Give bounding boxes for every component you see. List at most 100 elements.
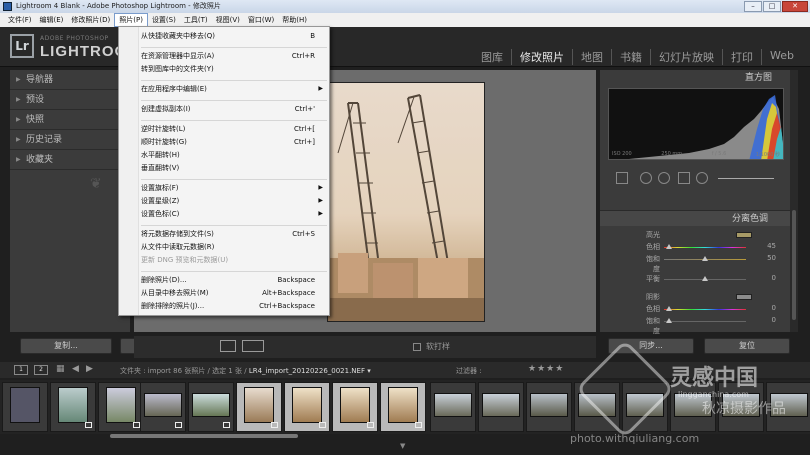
rating-filter-icon[interactable]: ★★★★: [528, 364, 564, 374]
filmstrip-thumb[interactable]: [2, 382, 48, 432]
slider-highlight-hue[interactable]: 色相 45: [600, 242, 790, 253]
menu-item[interactable]: 在资源管理器中显示(A) Ctrl+R: [141, 51, 327, 61]
module-print[interactable]: 打印: [722, 49, 761, 65]
menu-item[interactable]: 删除照片(D)... Backspace: [141, 275, 327, 285]
menu-item[interactable]: 转到图库中的文件夹(Y): [141, 64, 327, 74]
menu-item[interactable]: 创建虚拟副本(I) Ctrl+': [141, 104, 327, 114]
slider-value[interactable]: 0: [772, 316, 776, 324]
adjustment-brush-icon[interactable]: [696, 172, 708, 184]
reset-button[interactable]: 复位: [704, 338, 790, 354]
menu-item[interactable]: 更新 DNG 预览和元数据(U): [141, 255, 327, 265]
panel-presets[interactable]: ▶ 预设: [10, 90, 130, 110]
slider-knob[interactable]: [666, 244, 672, 249]
minimize-button[interactable]: –: [744, 1, 762, 12]
menu-develop[interactable]: 修改照片(D): [67, 13, 114, 27]
menu-item[interactable]: 从目录中移去照片(M) Alt+Backspace: [141, 288, 327, 298]
brush-size-slider[interactable]: [718, 178, 774, 179]
menu-item[interactable]: 设置色标(C) ▶: [141, 209, 327, 219]
filename[interactable]: LR4_import_20120226_0021.NEF ▾: [249, 367, 371, 375]
highlights-color-swatch[interactable]: [736, 232, 752, 238]
module-web[interactable]: Web: [761, 49, 802, 65]
slider-highlight-saturation[interactable]: 饱和度 50: [600, 254, 790, 273]
graduated-filter-icon[interactable]: [678, 172, 690, 184]
scrollbar-thumb[interactable]: [792, 210, 796, 320]
menu-item[interactable]: 水平翻转(H): [141, 150, 327, 160]
menu-item[interactable]: 删除排除的照片(J)... Ctrl+Backspace: [141, 301, 327, 311]
menu-edit[interactable]: 编辑(E): [36, 13, 68, 27]
menu-photo[interactable]: 照片(P): [114, 13, 148, 27]
slider-knob[interactable]: [666, 306, 672, 311]
filmstrip-thumb[interactable]: [50, 382, 96, 432]
filmstrip-thumb-selected[interactable]: [236, 382, 282, 432]
slider-value[interactable]: 0: [772, 304, 776, 312]
softproof-checkbox[interactable]: [413, 343, 421, 351]
redeye-icon[interactable]: [658, 172, 670, 184]
menu-view[interactable]: 视图(V): [212, 13, 244, 27]
module-map[interactable]: 地图: [572, 49, 611, 65]
crop-icon[interactable]: [616, 172, 628, 184]
spot-removal-icon[interactable]: [640, 172, 652, 184]
module-book[interactable]: 书籍: [611, 49, 650, 65]
source-info[interactable]: 文件夹 : import 86 张照片 / 选定 1 张 /: [120, 367, 247, 375]
slider-value[interactable]: 50: [767, 254, 776, 262]
photo-preview[interactable]: [327, 82, 485, 322]
panel-collections[interactable]: ▶ 收藏夹: [10, 150, 130, 170]
menu-item[interactable]: 垂直翻转(V): [141, 163, 327, 173]
menu-item[interactable]: 设置旗标(F) ▶: [141, 183, 327, 193]
before-after-icon[interactable]: [242, 340, 264, 352]
filmstrip-toggle-icon[interactable]: ▼: [400, 442, 405, 450]
panel-snapshots[interactable]: ▶ 快照: [10, 110, 130, 130]
menu-item-shortcut: Ctrl+R: [291, 52, 315, 60]
menu-item[interactable]: 将元数据存储到文件(S) Ctrl+S: [141, 229, 327, 239]
right-panel-scrollbar[interactable]: [790, 70, 798, 332]
filmstrip-thumb[interactable]: [526, 382, 572, 432]
histogram-title[interactable]: 直方图: [600, 70, 790, 86]
split-toning-title[interactable]: 分离色调: [600, 210, 790, 226]
menu-item[interactable]: 从快捷收藏夹中移去(Q) B: [141, 31, 327, 41]
filmstrip-thumb[interactable]: [380, 382, 426, 432]
slider-knob[interactable]: [702, 276, 708, 281]
module-slideshow[interactable]: 幻灯片放映: [650, 49, 722, 65]
slider-value[interactable]: 45: [767, 242, 776, 250]
panel-navigator[interactable]: ▶ 导航器: [10, 70, 130, 90]
menu-item[interactable]: 逆时针旋转(L) Ctrl+[: [141, 124, 327, 134]
module-develop[interactable]: 修改照片: [511, 49, 572, 65]
slider-value[interactable]: 0: [772, 274, 776, 282]
menu-item[interactable]: 顺时针旋转(G) Ctrl+]: [141, 137, 327, 147]
primary-window-button[interactable]: 1: [14, 365, 28, 375]
filmstrip-thumb[interactable]: [140, 382, 186, 432]
slider-knob[interactable]: [666, 318, 672, 323]
slider-knob[interactable]: [702, 256, 708, 261]
filmstrip-thumb[interactable]: [98, 382, 144, 432]
shadows-color-swatch[interactable]: [736, 294, 752, 300]
menu-tools[interactable]: 工具(T): [180, 13, 212, 27]
panel-history[interactable]: ▶ 历史记录: [10, 130, 130, 150]
filmstrip-thumb[interactable]: [430, 382, 476, 432]
menu-help[interactable]: 帮助(H): [278, 13, 311, 27]
thumb-image: [388, 387, 418, 423]
slider-shadow-hue[interactable]: 色相 0: [600, 304, 790, 315]
menu-file[interactable]: 文件(F): [4, 13, 36, 27]
forward-arrow-icon[interactable]: ▶: [86, 364, 93, 374]
loupe-view-icon[interactable]: [220, 340, 236, 352]
filmstrip-thumb[interactable]: [188, 382, 234, 432]
panel-label: 导航器: [26, 75, 54, 85]
back-arrow-icon[interactable]: ◀: [72, 364, 79, 374]
grid-icon[interactable]: ▦: [56, 364, 65, 374]
slider-shadow-saturation[interactable]: 饱和度 0: [600, 316, 790, 335]
copy-settings-button[interactable]: 复制...: [20, 338, 112, 354]
filmstrip-thumb[interactable]: [284, 382, 330, 432]
slider-balance[interactable]: 平衡 0: [600, 274, 790, 285]
close-button[interactable]: ✕: [782, 1, 808, 12]
menu-settings[interactable]: 设置(S): [148, 13, 180, 27]
maximize-button[interactable]: □: [763, 1, 781, 12]
menu-item[interactable]: 设置星级(Z) ▶: [141, 196, 327, 206]
filmstrip-scrollbar[interactable]: [110, 434, 298, 438]
menu-item[interactable]: 从文件中读取元数据(R): [141, 242, 327, 252]
menu-item[interactable]: 在应用程序中编辑(E) ▶: [141, 84, 327, 94]
secondary-window-button[interactable]: 2: [34, 365, 48, 375]
filmstrip-thumb[interactable]: [332, 382, 378, 432]
menu-window[interactable]: 窗口(W): [244, 13, 278, 27]
module-library[interactable]: 图库: [473, 49, 511, 65]
filmstrip-thumb[interactable]: [478, 382, 524, 432]
